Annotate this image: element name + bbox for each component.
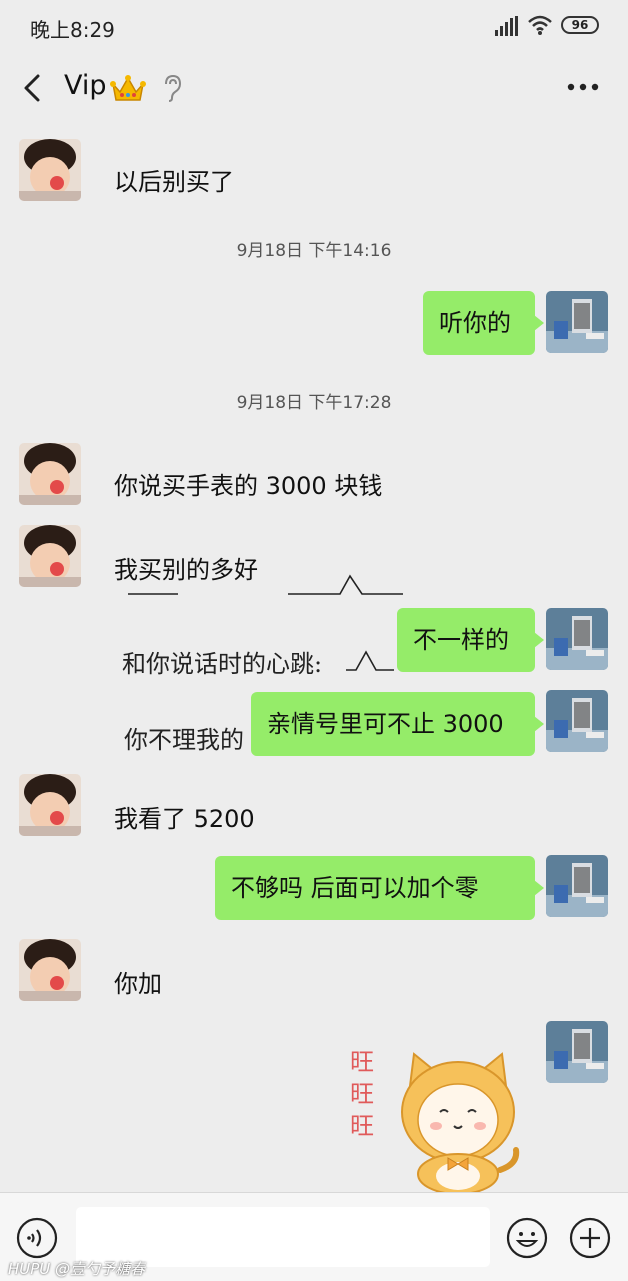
self-avatar[interactable] — [546, 690, 608, 752]
contact-avatar[interactable] — [19, 443, 81, 505]
message-bubble-self: 听你的 — [423, 291, 544, 355]
chat-header: Vip — [0, 52, 628, 124]
timestamp: 9月18日 下午14:16 — [236, 241, 392, 261]
back-arrow-icon[interactable] — [16, 70, 48, 106]
self-avatar[interactable] — [546, 855, 608, 917]
wifi-icon — [528, 15, 552, 35]
heartbeat-line — [128, 574, 403, 595]
message-bubble-self: 不够吗 后面可以加个零 — [215, 856, 544, 920]
self-avatar[interactable] — [546, 608, 608, 670]
plus-icon[interactable] — [569, 1217, 611, 1259]
status-bar: 晚上8:29 96 — [0, 0, 628, 52]
crown-icon — [110, 75, 146, 101]
watermark: HUPU @壹勺予糖春 — [8, 1260, 146, 1278]
contact-avatar[interactable] — [19, 525, 81, 587]
timestamp: 9月18日 下午17:28 — [236, 393, 392, 413]
handwritten-text: 和你说话时的心跳: — [122, 650, 323, 678]
self-avatar[interactable] — [546, 1021, 608, 1083]
self-avatar[interactable] — [546, 291, 608, 353]
more-icon[interactable] — [566, 82, 600, 92]
chat-area[interactable]: 以后别买了 9月18日 下午14:16 听你的 9月18日 下午17:28 你说… — [0, 124, 628, 1192]
contact-avatar[interactable] — [19, 139, 81, 201]
status-time: 晚上8:29 — [30, 18, 115, 42]
handwritten-text: 你不理我的 — [124, 726, 244, 754]
contact-avatar[interactable] — [19, 939, 81, 1001]
battery-icon: 96 — [561, 16, 599, 34]
emoji-icon[interactable] — [506, 1217, 548, 1259]
voice-icon[interactable] — [16, 1217, 58, 1259]
message-text: 我看了 5200 — [114, 805, 255, 833]
signal-icon — [495, 16, 518, 36]
sticker-text: 旺 — [350, 1112, 374, 1140]
contact-avatar[interactable] — [19, 774, 81, 836]
message-bubble-self: 亲情号里可不止 3000 — [251, 692, 544, 756]
sticker-text: 旺 — [350, 1080, 374, 1108]
ear-icon — [165, 74, 182, 102]
message-bubble-self: 不一样的 — [397, 608, 544, 672]
sticker-text: 旺 — [350, 1048, 374, 1076]
chat-title: Vip — [64, 70, 107, 101]
message-text: 以后别买了 — [114, 168, 234, 196]
message-text: 你加 — [114, 970, 162, 998]
shiba-cat-sticker[interactable] — [392, 1046, 524, 1192]
message-text: 你说买手表的 3000 块钱 — [114, 472, 383, 500]
